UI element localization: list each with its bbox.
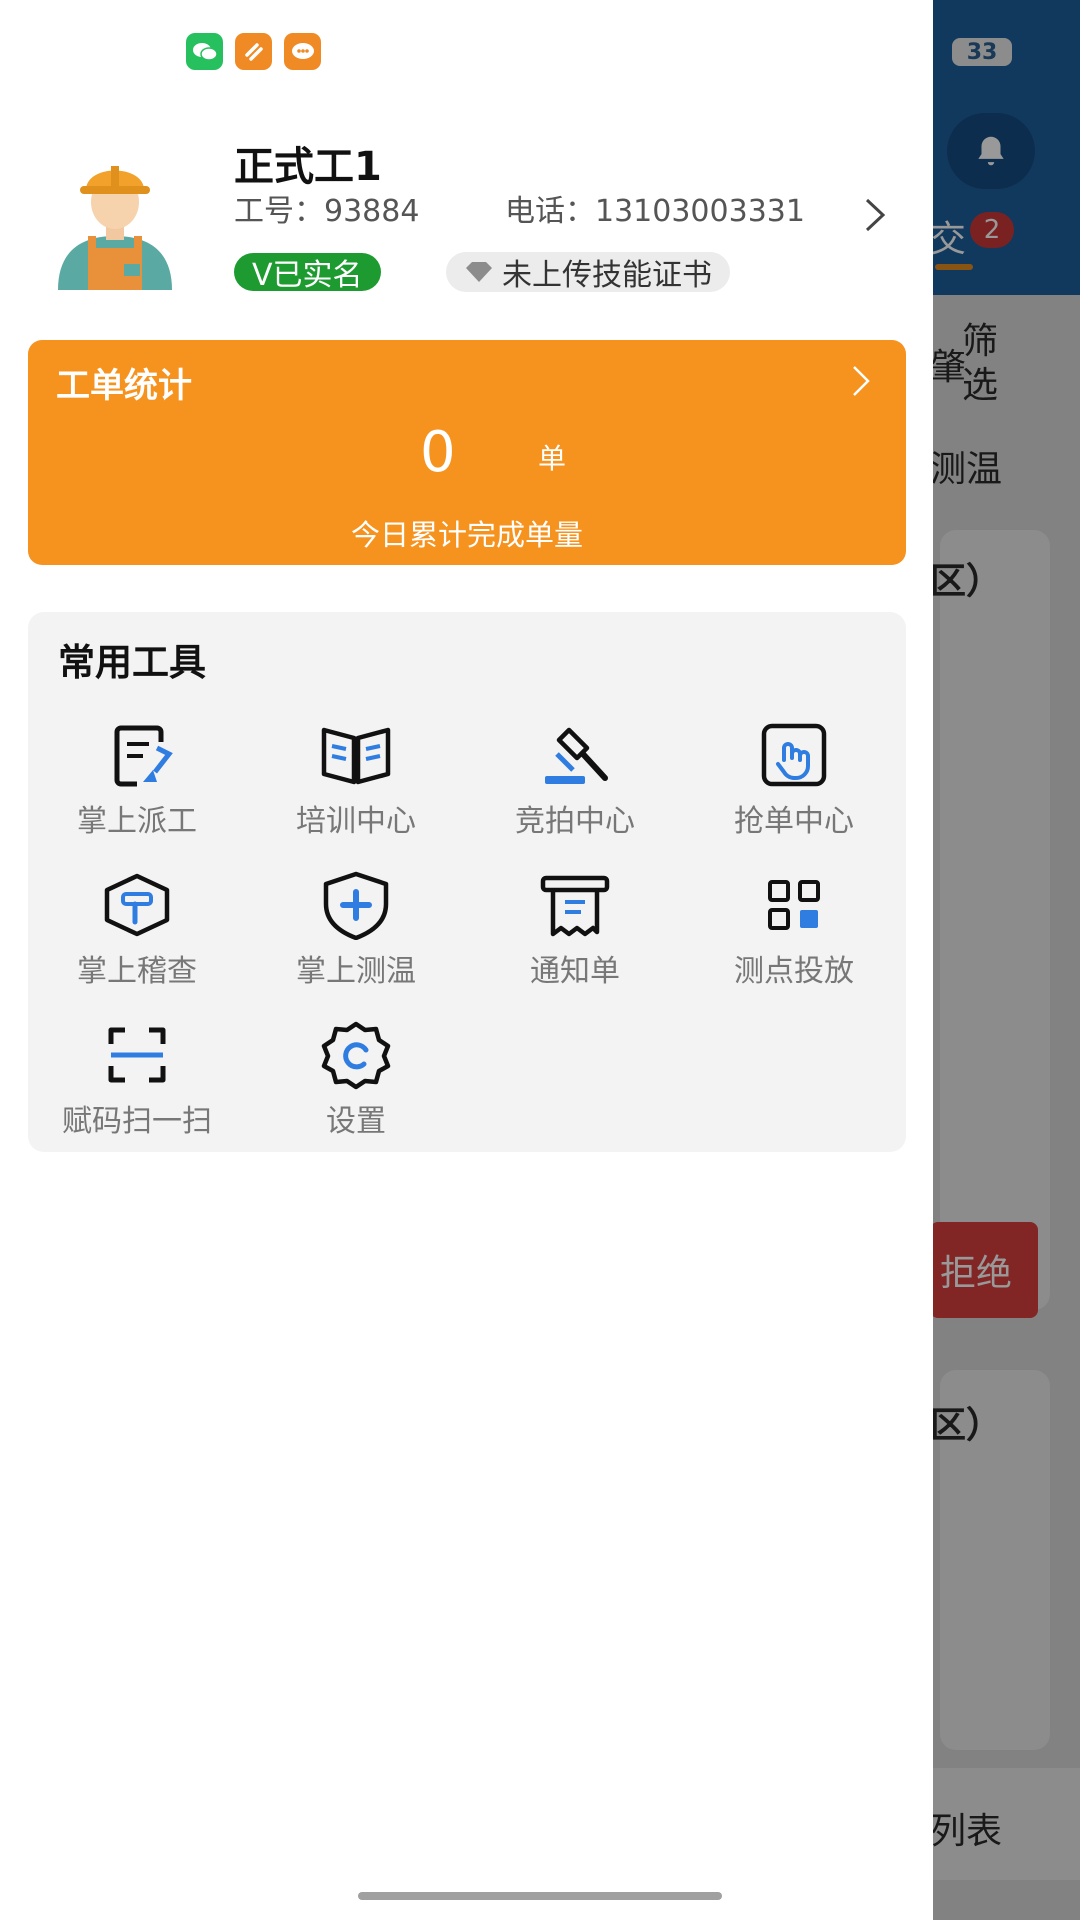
tool-temperature[interactable]: 掌上测温 <box>256 870 456 1000</box>
chat-orange-icon <box>284 33 321 70</box>
tool-label: 设置 <box>326 1104 386 1139</box>
home-indicator[interactable] <box>358 1892 722 1900</box>
tool-dispatch[interactable]: 掌上派工 <box>37 720 237 850</box>
avatar[interactable] <box>50 140 180 290</box>
work-order-stats-card[interactable]: 工单统计 0 单 今日累计完成单量 <box>28 340 906 565</box>
phone-number: 电话：13103003331 <box>505 186 805 230</box>
tool-label: 抢单中心 <box>734 804 854 839</box>
tool-label: 竞拍中心 <box>515 804 635 839</box>
wechat-icon <box>186 33 223 70</box>
user-name: 正式工1 <box>234 144 382 190</box>
tool-label: 掌上稽查 <box>77 954 197 989</box>
stats-value: 0 <box>420 420 456 485</box>
phone-label: 电话： <box>505 194 595 229</box>
cert-status-label: 未上传技能证书 <box>502 258 712 293</box>
gavel-icon <box>535 720 615 790</box>
tool-label: 通知单 <box>530 954 620 989</box>
tool-label: 测点投放 <box>734 954 854 989</box>
tools-title: 常用工具 <box>58 641 206 684</box>
side-drawer: 正式工1 工号：93884 电话：13103003331 V已实名 未上传技能证… <box>0 0 933 1920</box>
settings-gear-icon <box>316 1020 396 1090</box>
employee-number: 工号：93884 <box>234 186 419 230</box>
status-bar-icons <box>186 33 321 70</box>
tool-notice[interactable]: 通知单 <box>475 870 675 1000</box>
stats-unit: 单 <box>538 442 567 475</box>
tool-inspection[interactable]: 掌上稽查 <box>37 870 237 1000</box>
tool-label: 掌上派工 <box>77 804 197 839</box>
tool-training[interactable]: 培训中心 <box>256 720 456 850</box>
receipt-icon <box>535 870 615 940</box>
profile-chevron-right-icon[interactable] <box>862 196 888 238</box>
verified-badge: V已实名 <box>234 253 381 293</box>
book-icon <box>316 720 396 790</box>
tool-grab-order[interactable]: 抢单中心 <box>694 720 894 850</box>
tool-settings[interactable]: 设置 <box>256 1020 456 1150</box>
stats-title: 工单统计 <box>56 366 192 406</box>
hammer-icon <box>97 870 177 940</box>
cert-status-badge[interactable]: 未上传技能证书 <box>446 252 730 293</box>
app-orange-icon <box>235 33 272 70</box>
employee-number-value: 93884 <box>324 194 420 229</box>
grid-icon <box>754 870 834 940</box>
tool-label: 培训中心 <box>296 804 416 839</box>
employee-number-label: 工号： <box>234 194 324 229</box>
tool-label: 赋码扫一扫 <box>62 1104 212 1139</box>
scan-icon <box>97 1020 177 1090</box>
tool-point-placement[interactable]: 测点投放 <box>694 870 894 1000</box>
diamond-icon <box>466 262 492 282</box>
shield-plus-icon <box>316 870 396 941</box>
dispatch-icon <box>97 720 177 790</box>
chevron-right-icon <box>850 364 872 402</box>
common-tools-card: 常用工具 掌上派工 培训中心 竞拍中心 抢单中心 掌上稽查 掌上测温 通知单 测… <box>28 612 906 1152</box>
phone-value: 13103003331 <box>595 194 805 229</box>
tap-icon <box>754 720 834 790</box>
tool-scan[interactable]: 赋码扫一扫 <box>37 1020 237 1150</box>
tool-label: 掌上测温 <box>296 954 416 989</box>
tool-auction[interactable]: 竞拍中心 <box>475 720 675 850</box>
stats-caption: 今日累计完成单量 <box>350 518 583 552</box>
